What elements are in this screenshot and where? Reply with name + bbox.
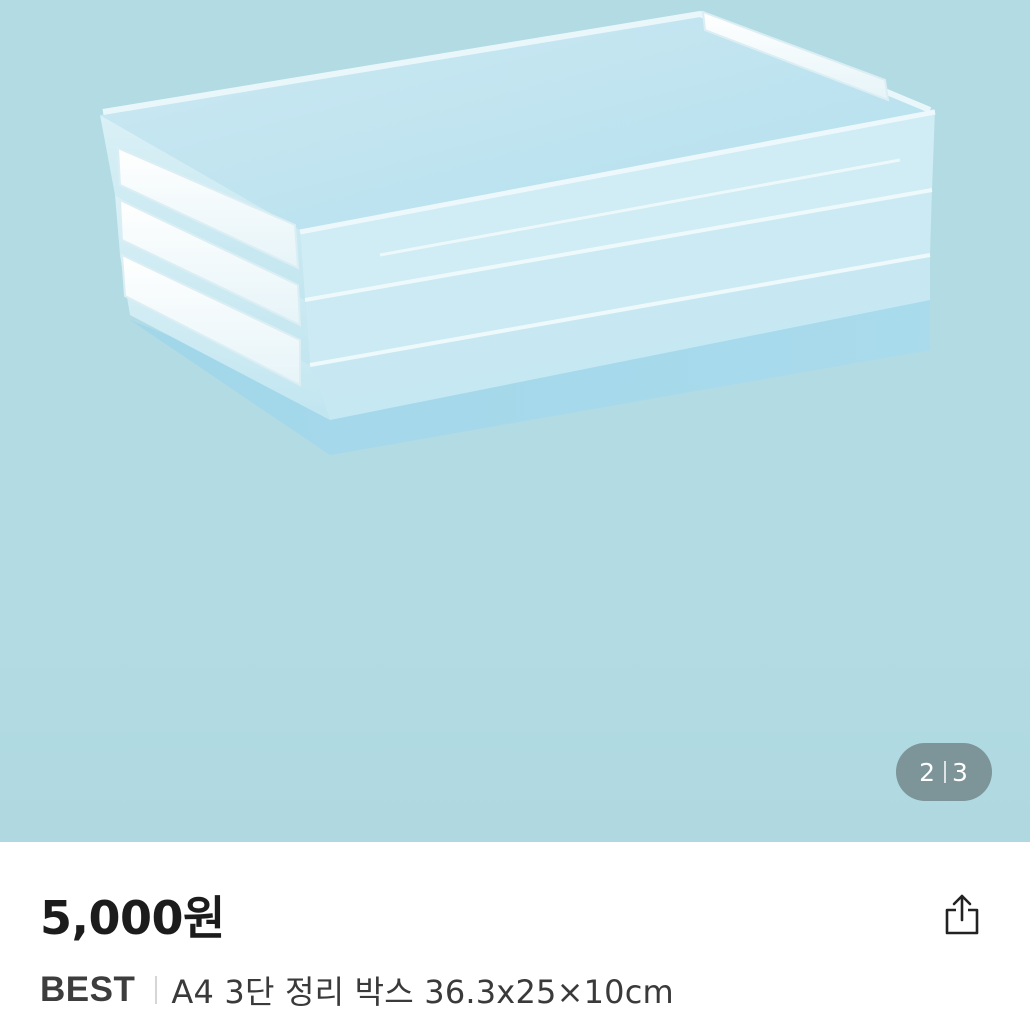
share-button[interactable] bbox=[938, 890, 986, 938]
product-photo[interactable] bbox=[0, 0, 1030, 842]
share-icon bbox=[945, 894, 979, 935]
product-meta: BEST A4 3단 정리 박스 36.3x25×10cm bbox=[40, 970, 674, 1011]
total-pages: 3 bbox=[952, 757, 969, 787]
image-page-counter: 2 3 bbox=[896, 743, 992, 801]
product-info: 5,000원 BEST A4 3단 정리 박스 36.3x25×10cm bbox=[0, 842, 1030, 1030]
meta-divider bbox=[155, 976, 158, 1004]
page-counter-divider bbox=[944, 761, 946, 783]
current-page: 2 bbox=[919, 757, 936, 787]
product-price: 5,000원 bbox=[40, 891, 225, 945]
product-name: A4 3단 정리 박스 36.3x25×10cm bbox=[171, 973, 674, 1011]
brand-name[interactable]: BEST bbox=[40, 970, 135, 1010]
product-detail-page: 2 3 5,000원 BEST A4 3단 정리 박스 36.3x25×10cm bbox=[0, 0, 1030, 1030]
product-image-gallery[interactable]: 2 3 bbox=[0, 0, 1030, 842]
